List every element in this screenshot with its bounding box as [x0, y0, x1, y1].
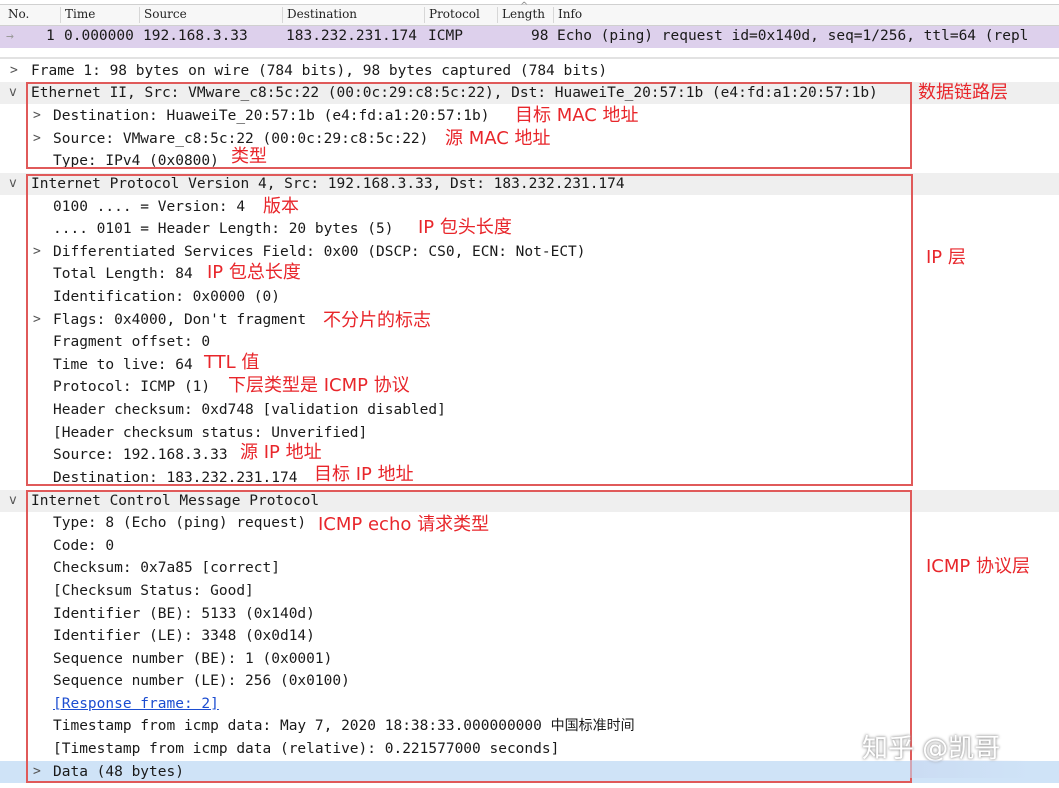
watermark-fade	[910, 760, 1030, 778]
annotation-data-link-layer: 数据链路层	[918, 82, 1008, 103]
collapse-arrow-icon[interactable]: v	[9, 490, 17, 512]
packet-row-selected[interactable]: → 1 0.000000 192.168.3.33 183.232.231.17…	[0, 26, 1059, 48]
annotation-src-mac: 源 MAC 地址	[445, 128, 551, 149]
request-arrow-icon: →	[6, 29, 14, 44]
packet-protocol: ICMP	[428, 28, 463, 44]
tree-frame[interactable]: > Frame 1: 98 bytes on wire (784 bits), …	[0, 60, 1059, 82]
expand-arrow-icon[interactable]: >	[10, 60, 18, 82]
annotation-icmp-layer: ICMP 协议层	[926, 556, 1030, 577]
annotation-src-ip: 源 IP 地址	[240, 442, 322, 463]
packet-destination: 183.232.231.174	[286, 28, 417, 44]
packet-source: 192.168.3.33	[143, 28, 248, 44]
collapse-arrow-icon[interactable]: v	[9, 173, 17, 195]
packet-list-header: No. Time Source Destination Protocol Len…	[0, 1, 1059, 26]
annotation-dst-mac: 目标 MAC 地址	[515, 105, 639, 126]
annotation-ip-layer: IP 层	[926, 247, 966, 268]
pane-separator[interactable]	[0, 57, 1059, 59]
annotation-ttl: TTL 值	[204, 352, 260, 373]
sort-arrow-icon: ^	[520, 1, 529, 12]
packet-time: 0.000000	[64, 28, 134, 44]
packet-info: Echo (ping) request id=0x140d, seq=1/256…	[557, 28, 1029, 44]
annotation-no-fragment: 不分片的标志	[323, 310, 431, 331]
annotation-lower-protocol: 下层类型是 ICMP 协议	[228, 375, 410, 396]
packet-no: 1	[46, 28, 55, 44]
column-source[interactable]: Source	[139, 7, 278, 23]
annotation-icmp-echo-type: ICMP echo 请求类型	[318, 514, 490, 535]
ethernet-layer-box	[26, 82, 912, 169]
annotation-ip-total-length: IP 包总长度	[207, 262, 301, 283]
annotation-version: 版本	[263, 196, 299, 217]
column-no[interactable]: No.	[4, 7, 58, 23]
collapse-arrow-icon[interactable]: v	[9, 82, 17, 104]
annotation-type: 类型	[231, 146, 267, 167]
packet-length: 98	[531, 28, 549, 44]
annotation-dst-ip: 目标 IP 地址	[314, 464, 414, 485]
annotation-ip-header-length: IP 包头长度	[418, 217, 512, 238]
column-info[interactable]: Info	[553, 7, 1058, 23]
frame-summary: Frame 1: 98 bytes on wire (784 bits), 98…	[31, 63, 608, 79]
column-protocol[interactable]: Protocol	[424, 7, 495, 23]
column-destination[interactable]: Destination	[282, 7, 423, 23]
column-time[interactable]: Time	[60, 7, 137, 23]
